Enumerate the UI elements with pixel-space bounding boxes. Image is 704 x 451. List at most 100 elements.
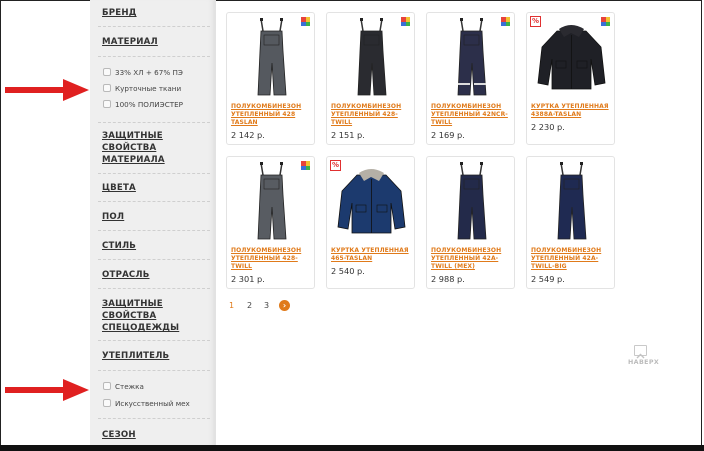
product-title-link[interactable]: ПОЛУКОМБИНЕЗОН УТЕПЛЕННЫЙ 428- TWILL — [331, 103, 413, 127]
insulation-option[interactable]: Искусственный мех — [103, 397, 190, 409]
section-line: ЗАЩИТНЫЕ — [102, 299, 163, 309]
material-option[interactable]: Курточные ткани — [103, 82, 181, 94]
product-price: 2 151 р. — [331, 130, 365, 140]
sale-percent-icon: % — [330, 160, 341, 171]
checkbox[interactable] — [103, 84, 111, 92]
scroll-up-icon[interactable] — [634, 345, 647, 359]
product-price: 2 301 р. — [231, 274, 265, 284]
material-option[interactable]: 100% ПОЛИЭСТЕР — [103, 98, 183, 110]
page-link-2[interactable]: 2 — [247, 301, 252, 310]
section-line: СВОЙСТВА — [102, 311, 157, 321]
product-title-link[interactable]: ПОЛУКОМБИНЕЗОН УТЕПЛЕННЫЙ 42NCR- TWILL — [431, 103, 513, 127]
title-line: КУРТКА УТЕПЛЕННАЯ — [331, 247, 409, 254]
jacket-icon[interactable] — [533, 17, 610, 97]
jacket-icon[interactable] — [333, 161, 410, 241]
section-line: СПЕЦОДЕЖДЫ — [102, 323, 180, 333]
divider — [98, 26, 210, 27]
title-line: КУРТКА УТЕПЛЕННАЯ — [531, 103, 609, 110]
annotation-arrow-top — [5, 79, 89, 101]
colors-badge-icon — [301, 161, 310, 170]
product-price: 2 549 р. — [531, 274, 565, 284]
title-line: ПОЛУКОМБИНЕЗОН — [531, 247, 602, 254]
product-title-link[interactable]: ПОЛУКОМБИНЕЗОН УТЕПЛЕННЫЙ 42A- TWILL-BIG — [531, 247, 613, 271]
insulation-option[interactable]: Стежка — [103, 380, 144, 392]
filter-industry[interactable]: ОТРАСЛЬ — [102, 269, 202, 281]
page-link-3[interactable]: 3 — [264, 301, 269, 310]
overalls-icon[interactable] — [433, 17, 510, 97]
product-title-link[interactable]: КУРТКА УТЕПЛЕННАЯ 4388A-TASLAN — [531, 103, 613, 119]
overalls-icon[interactable] — [233, 161, 310, 241]
overalls-icon[interactable] — [533, 161, 610, 241]
option-label: 100% ПОЛИЭСТЕР — [115, 99, 183, 109]
divider — [98, 288, 210, 289]
overalls-icon[interactable] — [433, 161, 510, 241]
product-card[interactable]: % КУРТКА УТЕПЛЕННАЯ 465-TASLAN 2 540 р. — [326, 156, 415, 289]
divider — [98, 230, 210, 231]
filter-season[interactable]: СЕЗОН — [102, 429, 202, 441]
divider — [98, 56, 210, 57]
divider — [98, 259, 210, 260]
title-line: 4388A-TASLAN — [531, 111, 582, 118]
title-line: УТЕПЛЕННЫЙ 428- — [331, 111, 398, 118]
product-card[interactable]: ПОЛУКОМБИНЕЗОН УТЕПЛЕННЫЙ 42NCR- TWILL 2 16… — [426, 12, 515, 145]
title-line: TWILL (MEX) — [431, 263, 475, 270]
filter-style[interactable]: СТИЛЬ — [102, 240, 202, 252]
product-card[interactable]: ПОЛУКОМБИНЕЗОН УТЕПЛЕННЫЙ 42A- TWILL-BIG 2 … — [526, 156, 615, 289]
material-option[interactable]: 33% ХЛ + 67% ПЭ — [103, 66, 183, 78]
option-label: 33% ХЛ + 67% ПЭ — [115, 67, 183, 77]
product-title-link[interactable]: КУРТКА УТЕПЛЕННАЯ 465-TASLAN — [331, 247, 413, 263]
section-line: МАТЕРИАЛА — [102, 155, 165, 165]
product-title-link[interactable]: ПОЛУКОМБИНЕЗОН УТЕПЛЕННЫЙ 42A- TWILL (MEX) — [431, 247, 513, 271]
checkbox[interactable] — [103, 100, 111, 108]
product-title-link[interactable]: ПОЛУКОМБИНЕЗОН УТЕПЛЕННЫЙ 428- TWILL — [231, 247, 313, 271]
title-line: УТЕПЛЕННЫЙ 42NCR- — [431, 111, 508, 118]
filter-brand[interactable]: БРЕНД — [102, 7, 202, 19]
product-card[interactable]: ПОЛУКОМБИНЕЗОН УТЕПЛЕННЫЙ 428- TWILL 2 151 … — [326, 12, 415, 145]
filter-insulation[interactable]: УТЕПЛИТЕЛЬ — [102, 350, 202, 362]
product-price: 2 540 р. — [331, 266, 365, 276]
filter-gender[interactable]: ПОЛ — [102, 211, 202, 223]
scroll-up-label[interactable]: НАВЕРХ — [628, 359, 659, 366]
section-line: СВОЙСТВА — [102, 143, 157, 153]
filter-protective-workwear[interactable]: ЗАЩИТНЫЕ СВОЙСТВА СПЕЦОДЕЖДЫ — [102, 298, 202, 334]
title-line: УТЕПЛЕННЫЙ 428- — [231, 255, 298, 262]
section-line: ЗАЩИТНЫЕ — [102, 131, 163, 141]
divider — [98, 418, 210, 419]
title-line: ПОЛУКОМБИНЕЗОН — [331, 103, 402, 110]
divider — [98, 173, 210, 174]
title-line: УТЕПЛЕННЫЙ 428 — [231, 111, 296, 118]
title-line: ПОЛУКОМБИНЕЗОН — [231, 247, 302, 254]
product-price: 2 142 р. — [231, 130, 265, 140]
page-link-1[interactable]: 1 — [229, 301, 234, 310]
title-line: TWILL-BIG — [531, 263, 567, 270]
title-line: TWILL — [331, 119, 353, 126]
filter-colors[interactable]: ЦВЕТА — [102, 182, 202, 194]
product-card[interactable]: ПОЛУКОМБИНЕЗОН УТЕПЛЕННЫЙ 42A- TWILL (MEX)… — [426, 156, 515, 289]
title-line: ПОЛУКОМБИНЕЗОН — [231, 103, 302, 110]
checkbox[interactable] — [103, 68, 111, 76]
title-line: УТЕПЛЕННЫЙ 42A- — [431, 255, 499, 262]
colors-badge-icon — [501, 17, 510, 26]
annotation-arrow-bottom — [5, 379, 89, 401]
filter-protective-material[interactable]: ЗАЩИТНЫЕ СВОЙСТВА МАТЕРИАЛА — [102, 130, 202, 166]
checkbox[interactable] — [103, 382, 111, 390]
product-card[interactable]: % КУРТКА УТЕПЛЕННАЯ 4388A-TASLAN 2 230 р. — [526, 12, 615, 145]
title-line: УТЕПЛЕННЫЙ 42A- — [531, 255, 599, 262]
product-price: 2 230 р. — [531, 122, 565, 132]
filter-material[interactable]: МАТЕРИАЛ — [102, 36, 202, 48]
sale-percent-icon: % — [530, 16, 541, 27]
product-title-link[interactable]: ПОЛУКОМБИНЕЗОН УТЕПЛЕННЫЙ 428 TASLAN — [231, 103, 313, 127]
product-card[interactable]: ПОЛУКОМБИНЕЗОН УТЕПЛЕННЫЙ 428 TASLAN 2 142 … — [226, 12, 315, 145]
option-label: Стежка — [115, 381, 144, 391]
overalls-icon[interactable] — [333, 17, 410, 97]
product-card[interactable]: ПОЛУКОМБИНЕЗОН УТЕПЛЕННЫЙ 428- TWILL 2 301 … — [226, 156, 315, 289]
product-price: 2 169 р. — [431, 130, 465, 140]
checkbox[interactable] — [103, 399, 111, 407]
colors-badge-icon — [601, 17, 610, 26]
divider — [98, 370, 210, 371]
title-line: TWILL — [231, 263, 253, 270]
overalls-icon[interactable] — [233, 17, 310, 97]
title-line: ПОЛУКОМБИНЕЗОН — [431, 103, 502, 110]
title-line: 465-TASLAN — [331, 255, 373, 262]
next-arrow-icon[interactable]: › — [279, 300, 290, 311]
